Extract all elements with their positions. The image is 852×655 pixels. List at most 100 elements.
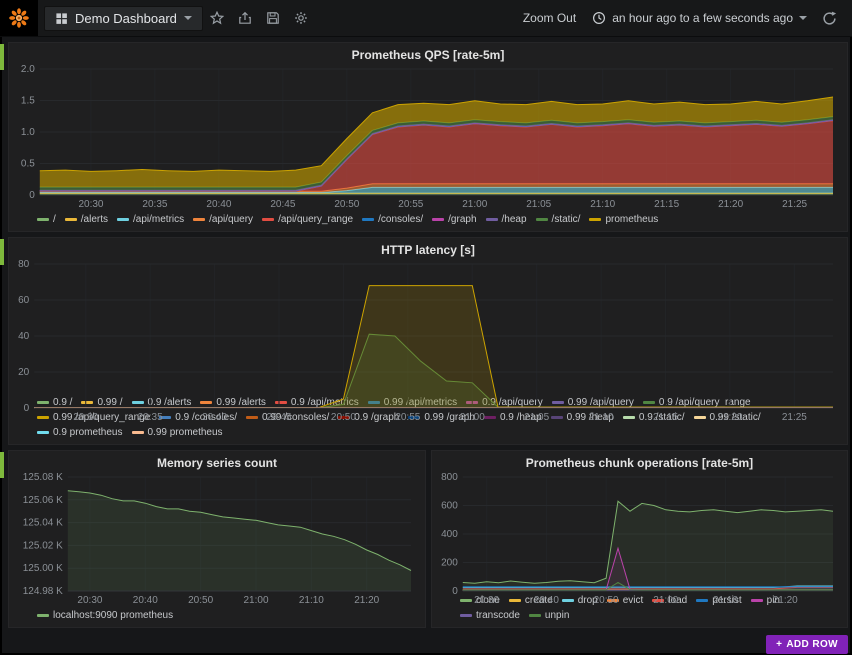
legend-item[interactable]: prometheus — [589, 212, 658, 227]
legend-label: /static/ — [551, 214, 581, 225]
legend-item[interactable]: /heap — [485, 212, 527, 227]
row-collapse-handle[interactable] — [0, 44, 4, 70]
memory-legend: localhost:9090 prometheus — [15, 606, 419, 623]
series-color-dash — [131, 431, 144, 434]
series-color-dash — [528, 614, 541, 617]
legend-item[interactable]: /api/query_range — [262, 212, 353, 227]
dashboard-title: Demo Dashboard — [75, 10, 177, 26]
svg-text:20:55: 20:55 — [398, 199, 423, 210]
chart-canvas: 0 200 400 600 800 20:30 20:40 20:50 21:00 21:10 21… — [441, 472, 834, 606]
svg-text:600: 600 — [441, 501, 458, 512]
legend-label: /api/query_range — [278, 214, 354, 225]
clock-icon — [592, 11, 606, 25]
svg-text:60: 60 — [18, 295, 30, 306]
legend-item[interactable]: /api/metrics — [117, 212, 184, 227]
svg-text:0: 0 — [29, 190, 35, 201]
add-row-label: ADD ROW — [786, 639, 838, 650]
chunks-chart[interactable]: 0 200 400 600 800 20:30 20:40 20:50 21:00 21:10 21… — [438, 471, 841, 606]
panel-chunk-operations: Prometheus chunk operations [rate-5m] 0 2… — [431, 450, 848, 628]
legend-item[interactable]: unpin — [528, 608, 569, 623]
svg-text:20:40: 20:40 — [133, 595, 158, 606]
legend-item[interactable]: /alerts — [64, 212, 108, 227]
row-collapse-handle[interactable] — [0, 452, 4, 478]
series-color-dash — [37, 614, 49, 617]
svg-text:400: 400 — [441, 529, 458, 540]
save-button[interactable] — [259, 7, 287, 29]
legend-label: /api/query — [209, 214, 254, 225]
panel-title[interactable]: Prometheus chunk operations [rate-5m] — [438, 455, 841, 471]
svg-text:21:05: 21:05 — [524, 412, 549, 423]
svg-text:21:20: 21:20 — [718, 199, 743, 210]
svg-text:20:45: 20:45 — [266, 412, 291, 423]
legend-item[interactable]: localhost:9090 prometheus — [37, 608, 173, 623]
share-button[interactable] — [231, 7, 259, 29]
legend-label: / — [53, 214, 56, 225]
svg-text:20:40: 20:40 — [534, 595, 559, 606]
gear-icon — [295, 12, 307, 24]
svg-text:124.98 K: 124.98 K — [23, 586, 63, 597]
time-range-label: an hour ago to a few seconds ago — [612, 11, 793, 25]
svg-text:80: 80 — [18, 259, 30, 270]
add-row-button[interactable]: + ADD ROW — [766, 635, 848, 654]
series-color-dash — [460, 614, 472, 617]
legend-label: /heap — [501, 214, 527, 225]
svg-text:21:00: 21:00 — [460, 412, 485, 423]
star-icon — [209, 11, 224, 25]
svg-text:20:50: 20:50 — [188, 595, 213, 606]
addrow-bar: + ADD ROW — [8, 633, 848, 654]
svg-text:20:50: 20:50 — [331, 412, 356, 423]
svg-text:20:35: 20:35 — [138, 412, 163, 423]
svg-text:125.00 K: 125.00 K — [23, 563, 63, 574]
dashboard-row-qps: Prometheus QPS [rate-5m] 0 0.5 1.0 1.5 2.0 20… — [0, 42, 848, 232]
svg-text:20:35: 20:35 — [142, 199, 167, 210]
svg-text:21:20: 21:20 — [717, 412, 742, 423]
svg-text:21:20: 21:20 — [354, 595, 379, 606]
legend-item[interactable]: 0.9 prometheus — [37, 425, 123, 440]
share-icon — [239, 11, 251, 24]
series-color-dash — [362, 218, 375, 221]
svg-text:2.0: 2.0 — [21, 64, 35, 75]
dashboard-row-latency: HTTP latency [s] 0 20 40 60 80 20:30 20:35 20:4… — [0, 237, 848, 445]
star-button[interactable] — [203, 7, 231, 29]
panel-title[interactable]: Prometheus QPS [rate-5m] — [15, 47, 841, 63]
grafana-logo[interactable] — [0, 0, 38, 36]
chevron-down-icon — [799, 16, 807, 20]
legend-item[interactable]: transcode — [460, 608, 520, 623]
zoom-out-button[interactable]: Zoom Out — [515, 7, 584, 29]
grid-icon — [55, 12, 68, 25]
panel-title[interactable]: HTTP latency [s] — [15, 242, 841, 258]
legend-item[interactable]: /static/ — [535, 212, 581, 227]
svg-text:125.04 K: 125.04 K — [23, 518, 63, 529]
svg-text:20:50: 20:50 — [334, 199, 359, 210]
latency-chart[interactable]: 0 20 40 60 80 20:30 20:35 20:40 20:45 20:50 20:55 2… — [15, 258, 841, 423]
chart-canvas: 0 20 40 60 80 20:30 20:35 20:40 20:45 20:50 20:55 2… — [18, 259, 833, 423]
chart-canvas: 0 0.5 1.0 1.5 2.0 20:30 20:35 20:40 20:45 20:50 20… — [21, 64, 834, 210]
time-range-picker[interactable]: an hour ago to a few seconds ago — [584, 7, 815, 29]
legend-label: localhost:9090 prometheus — [53, 610, 174, 621]
svg-text:125.06 K: 125.06 K — [23, 495, 63, 506]
svg-text:21:15: 21:15 — [653, 412, 678, 423]
legend-item[interactable]: /graph — [432, 212, 477, 227]
svg-text:20:55: 20:55 — [395, 412, 420, 423]
svg-text:125.02 K: 125.02 K — [23, 540, 63, 551]
legend-item[interactable]: /api/query — [193, 212, 253, 227]
row-collapse-handle[interactable] — [0, 239, 4, 265]
settings-button[interactable] — [287, 7, 315, 29]
legend-item[interactable]: 0.99 prometheus — [131, 425, 223, 440]
legend-item[interactable]: /consoles/ — [362, 212, 423, 227]
dashboard-picker[interactable]: Demo Dashboard — [44, 5, 203, 31]
refresh-button[interactable] — [815, 7, 844, 30]
refresh-icon — [823, 11, 837, 25]
legend-item[interactable]: / — [37, 212, 56, 227]
qps-chart[interactable]: 0 0.5 1.0 1.5 2.0 20:30 20:35 20:40 20:45 20:50 20… — [15, 63, 841, 210]
chart-canvas: 124.98 K 125.00 K 125.02 K 125.04 K 125.06 K… — [23, 472, 412, 606]
series-color-dash — [535, 218, 548, 221]
svg-text:20:45: 20:45 — [270, 199, 295, 210]
svg-text:21:25: 21:25 — [782, 199, 807, 210]
panel-title[interactable]: Memory series count — [15, 455, 419, 471]
svg-text:21:05: 21:05 — [526, 199, 551, 210]
svg-text:21:00: 21:00 — [243, 595, 268, 606]
svg-text:20:30: 20:30 — [474, 595, 499, 606]
svg-text:200: 200 — [441, 558, 458, 569]
memory-chart[interactable]: 124.98 K 125.00 K 125.02 K 125.04 K 125.06 K… — [15, 471, 419, 606]
